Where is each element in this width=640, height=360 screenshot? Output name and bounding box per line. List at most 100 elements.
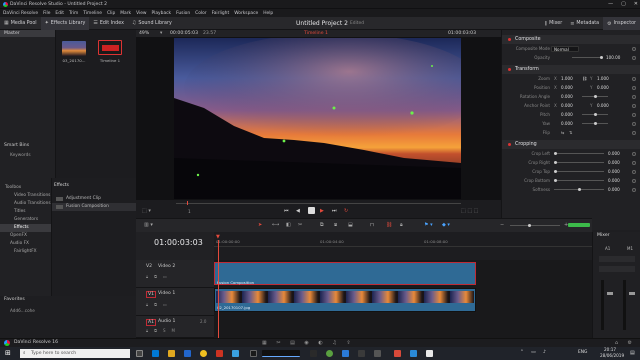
- enable-dot-icon[interactable]: [508, 143, 511, 146]
- reset-icon[interactable]: [632, 76, 636, 81]
- scrub-playhead[interactable]: [187, 201, 188, 205]
- page-tabs[interactable]: ▦ ✂ ▤ ◉ ◐ ♫ ⇪: [262, 340, 355, 346]
- opacity-knob[interactable]: [600, 56, 603, 59]
- trim-tool-icon[interactable]: ⟷: [272, 222, 279, 228]
- reset-icon[interactable]: [632, 112, 636, 117]
- close-button[interactable]: ✕: [634, 1, 638, 7]
- chrome-icon[interactable]: [200, 350, 207, 357]
- app-icon[interactable]: [374, 350, 381, 357]
- link-icon[interactable]: ⛓: [582, 76, 587, 82]
- master-bin[interactable]: Master: [0, 30, 55, 37]
- enable-dot-icon[interactable]: [508, 38, 511, 41]
- edit-index-button[interactable]: ☰ Edit Index: [89, 17, 128, 30]
- dynamic-trim-icon[interactable]: ◧: [286, 222, 291, 228]
- keywords-bin[interactable]: Keywords: [10, 153, 31, 158]
- app-icon[interactable]: [410, 350, 417, 357]
- track-header-v1[interactable]: V1 Video 1 🔒︎ ⧉ ▭: [136, 288, 214, 316]
- insert-clip-icon[interactable]: ⧉: [320, 222, 324, 228]
- reset-icon[interactable]: [632, 151, 636, 156]
- timeline-ruler[interactable]: 01:00:00:00 01:00:04:00 01:00:08:00 ▼: [214, 232, 592, 338]
- app-icon[interactable]: [232, 350, 239, 357]
- app-icon[interactable]: [426, 350, 433, 357]
- settings-icon[interactable]: ⚙: [628, 340, 632, 346]
- metadata-button[interactable]: ≡ Metadata: [566, 17, 603, 30]
- yaw-slider[interactable]: [582, 122, 608, 125]
- crop-left-knob[interactable]: [554, 152, 557, 155]
- menu-color[interactable]: Color: [195, 11, 206, 16]
- flip-vertical-icon[interactable]: ⇅: [569, 130, 572, 135]
- timeline-thumbnail[interactable]: [98, 40, 122, 55]
- menu-davinci[interactable]: DaVinci Resolve: [3, 11, 38, 16]
- track-header-v2[interactable]: V2 Video 2 🔒︎ ⧉ ▭: [136, 260, 214, 288]
- app-icon[interactable]: [250, 350, 257, 357]
- tree-fairlightfx[interactable]: FairlightFX: [0, 248, 51, 256]
- timeline-zoom-slider[interactable]: [510, 224, 560, 227]
- crop-right-slider[interactable]: [554, 161, 604, 164]
- maximize-button[interactable]: ▢: [621, 1, 626, 7]
- pitch-value[interactable]: 0.000: [561, 112, 573, 117]
- reset-icon[interactable]: [632, 160, 636, 165]
- step-back-icon[interactable]: ◀: [296, 208, 300, 214]
- app-icon[interactable]: [326, 350, 333, 357]
- zoom-y-value[interactable]: 1.000: [597, 76, 609, 81]
- tray-icons[interactable]: ⌃ ▭ ♪: [520, 350, 549, 355]
- loop-icon[interactable]: ↻: [344, 208, 348, 214]
- minimize-button[interactable]: —: [608, 1, 613, 7]
- mixer-effects-row[interactable]: [599, 266, 635, 272]
- crop-right-value[interactable]: 0.000: [608, 160, 620, 165]
- tree-audio-transitions[interactable]: Audio Transitions: [0, 200, 51, 208]
- lock-icon[interactable]: 🔒︎: [146, 302, 148, 307]
- composite-section[interactable]: Composite: [502, 35, 640, 44]
- overwrite-clip-icon[interactable]: ⧈: [334, 222, 337, 228]
- menu-clip[interactable]: Clip: [107, 11, 115, 16]
- tree-effects[interactable]: Effects: [0, 224, 51, 232]
- menu-workspace[interactable]: Workspace: [234, 11, 258, 16]
- menu-fusion[interactable]: Fusion: [176, 11, 190, 16]
- clock-time[interactable]: 20:17: [604, 347, 616, 352]
- windows-start-icon[interactable]: ⊞: [5, 350, 11, 357]
- lock-icon[interactable]: 🔒︎: [146, 328, 148, 333]
- composite-mode-select[interactable]: Normal: [551, 45, 579, 52]
- app-icon[interactable]: [358, 350, 365, 357]
- clip-thumbnail[interactable]: [62, 41, 86, 56]
- crop-bottom-knob[interactable]: [554, 179, 557, 182]
- yaw-value[interactable]: 0.000: [561, 121, 573, 126]
- pitch-knob[interactable]: [594, 113, 597, 116]
- reset-icon[interactable]: [632, 169, 636, 174]
- auto-select-icon[interactable]: ⧉: [154, 274, 157, 279]
- app-icon[interactable]: [310, 350, 317, 357]
- tree-titles[interactable]: Titles: [0, 208, 51, 216]
- notification-icon[interactable]: ▤: [630, 350, 635, 356]
- anchor-x-value[interactable]: 0.000: [561, 103, 573, 108]
- clock-date[interactable]: 28/06/2019: [600, 353, 624, 358]
- play-icon[interactable]: ▶: [320, 208, 324, 214]
- taskbar-search[interactable]: ⌕ Type here to search: [20, 349, 130, 358]
- rotation-knob[interactable]: [594, 95, 597, 98]
- menu-playback[interactable]: Playback: [152, 11, 172, 16]
- transform-section[interactable]: Transform: [502, 65, 640, 74]
- softness-slider[interactable]: [554, 188, 604, 191]
- viewer-options-icon[interactable]: ⬚ ▾: [142, 208, 151, 214]
- playhead-line[interactable]: [218, 240, 219, 338]
- image-clip[interactable]: 02_20170107.jpg: [214, 288, 476, 312]
- reset-icon[interactable]: [632, 178, 636, 183]
- menu-mark[interactable]: Mark: [120, 11, 131, 16]
- enable-dot-icon[interactable]: [508, 68, 511, 71]
- menu-file[interactable]: File: [43, 11, 50, 16]
- home-icon[interactable]: ⌂: [615, 340, 618, 346]
- reset-icon[interactable]: [632, 85, 636, 90]
- timeline-zoom-knob[interactable]: [528, 224, 531, 227]
- app-icon[interactable]: [394, 350, 401, 357]
- softness-knob[interactable]: [578, 188, 581, 191]
- zoom-out-icon[interactable]: −: [500, 222, 504, 228]
- resolve-taskbar-button[interactable]: [262, 350, 300, 357]
- softness-value[interactable]: 0.000: [608, 187, 620, 192]
- reset-icon[interactable]: [632, 103, 636, 108]
- crop-bottom-slider[interactable]: [554, 179, 604, 182]
- zoom-x-value[interactable]: 1.000: [561, 76, 573, 81]
- menu-fairlight[interactable]: Fairlight: [212, 11, 230, 16]
- cropping-section[interactable]: Cropping: [502, 140, 640, 149]
- explorer-icon[interactable]: [168, 350, 175, 357]
- menu-view[interactable]: View: [136, 11, 146, 16]
- language-indicator[interactable]: ENG: [578, 350, 587, 355]
